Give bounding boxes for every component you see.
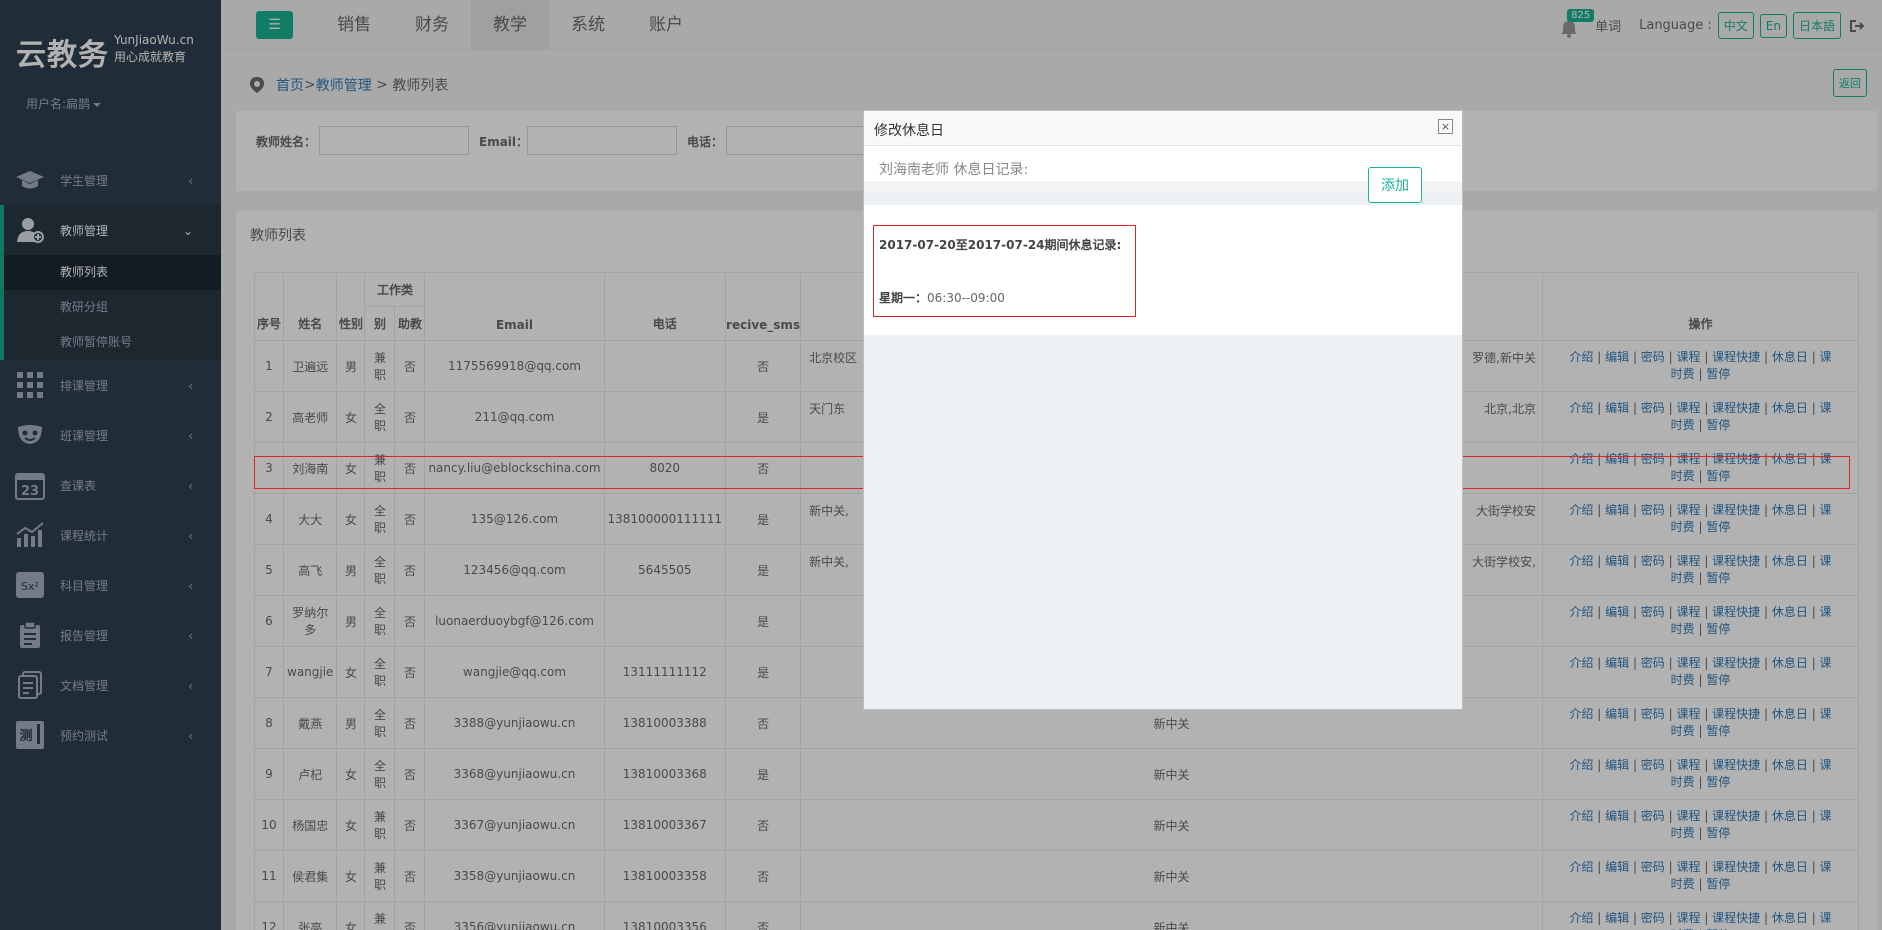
modal-header: 修改休息日 × — [864, 111, 1462, 146]
close-icon[interactable]: × — [1438, 119, 1453, 134]
modal-title: 修改休息日 — [874, 123, 944, 139]
modal-subheader: 刘海南老师 休息日记录: 添加 — [864, 146, 1462, 203]
modal-body: 2017-07-20至2017-07-24期间休息记录: 星期一：06:30--… — [864, 205, 1462, 335]
rest-day-modal: 修改休息日 × 刘海南老师 休息日记录: 添加 2017-07-20至2017-… — [863, 110, 1463, 710]
rest-record-title: 2017-07-20至2017-07-24期间休息记录: — [879, 238, 1122, 252]
rest-record-day: 星期一： — [879, 291, 928, 305]
rest-record-time: 06:30--09:00 — [927, 291, 1005, 305]
modal-subtitle: 刘海南老师 休息日记录: — [879, 162, 1029, 178]
rest-record-line: 星期一：06:30--09:00 — [879, 289, 1005, 306]
rest-record: 2017-07-20至2017-07-24期间休息记录: 星期一：06:30--… — [873, 225, 1136, 317]
add-button[interactable]: 添加 — [1368, 167, 1422, 203]
